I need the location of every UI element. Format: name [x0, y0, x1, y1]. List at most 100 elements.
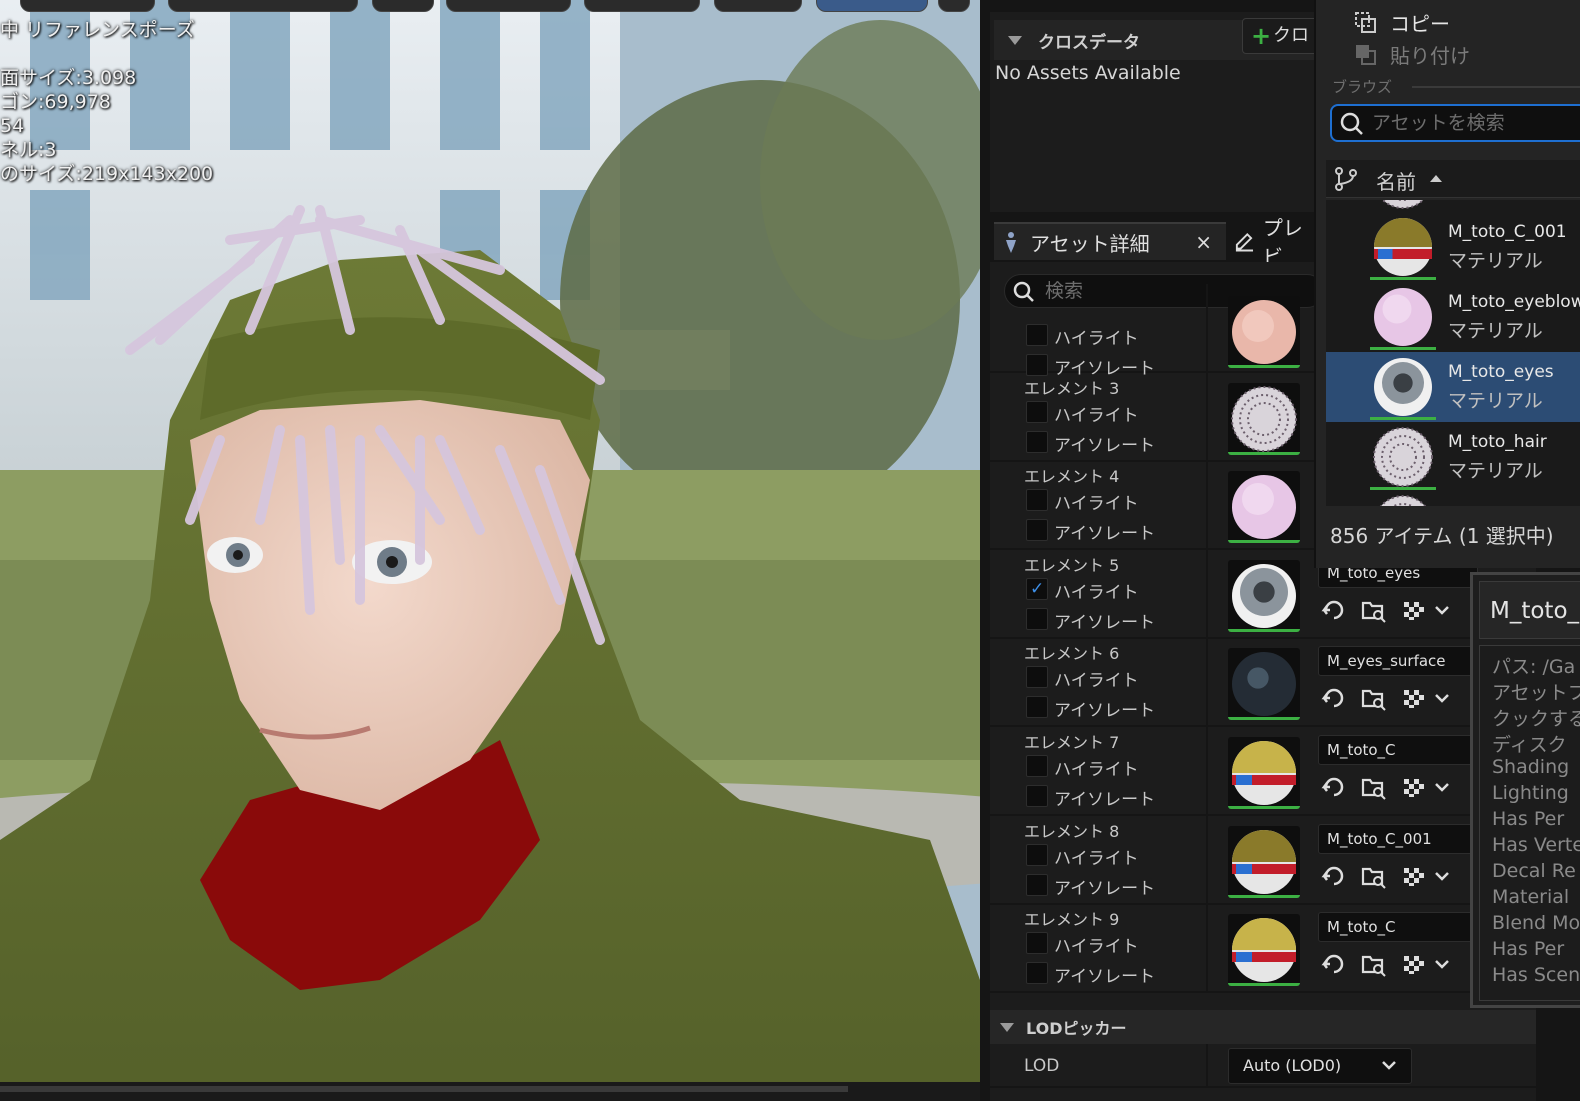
lod-value: Auto (LOD0): [1243, 1056, 1342, 1075]
viewport-toolbar-btn[interactable]: [816, 0, 928, 12]
3d-viewport[interactable]: 中 リファレンスポーズ 面サイズ:3.098 ゴン:69,978 54 ネル:3…: [0, 0, 980, 1101]
copy-icon: [1355, 11, 1376, 33]
material-thumbnail[interactable]: [1228, 559, 1300, 632]
highlight-label: ハイライト: [1054, 937, 1139, 958]
asset-list[interactable]: M_toto_C_001 マテリアル M_toto_eyeblow マテリアル …: [1326, 200, 1580, 506]
collapse-arrow-icon[interactable]: [1008, 35, 1022, 45]
highlight-checkbox[interactable]: ✓: [1026, 577, 1048, 600]
highlight-checkbox[interactable]: [1026, 324, 1048, 346]
checker-icon[interactable]: [1400, 684, 1428, 712]
isolate-checkbox[interactable]: [1026, 519, 1048, 542]
asset-search-input[interactable]: [1372, 109, 1580, 137]
tooltip-body: パス: /Ga アセットフ クックする ディスク Shading Lighting Has …: [1479, 645, 1580, 1001]
copy-menu-item[interactable]: コピー: [1354, 8, 1450, 37]
isolate-checkbox[interactable]: [1026, 785, 1048, 807]
source-control-icon[interactable]: [1334, 166, 1358, 192]
material-thumbnail-icon: [1373, 427, 1433, 487]
material-dropdown[interactable]: M_toto_C_001: [1318, 823, 1478, 854]
material-thumbnail[interactable]: [1228, 296, 1300, 368]
checker-icon[interactable]: [1400, 773, 1428, 801]
chevron-down-icon[interactable]: [1432, 773, 1460, 801]
isolate-checkbox[interactable]: [1026, 873, 1048, 896]
asset-type: マテリアル: [1448, 250, 1543, 272]
isolate-checkbox[interactable]: [1026, 430, 1048, 453]
element-label: エレメント 5: [1024, 555, 1120, 575]
material-element-row: エレメント 7 ハイライト アイソレート M_toto_C: [990, 727, 1536, 816]
material-thumbnail[interactable]: [1228, 825, 1300, 898]
material-dropdown[interactable]: M_toto_C: [1318, 912, 1478, 943]
asset-list-item[interactable]: M_toto_hair マテリアル: [1326, 422, 1580, 492]
material-thumbnail[interactable]: [1228, 648, 1300, 721]
isolate-checkbox[interactable]: [1026, 696, 1048, 719]
chevron-down-icon[interactable]: [1432, 950, 1460, 978]
paste-menu-item[interactable]: 貼り付け: [1354, 40, 1470, 69]
highlight-checkbox[interactable]: [1026, 932, 1048, 955]
lod-dropdown[interactable]: Auto (LOD0): [1228, 1048, 1412, 1084]
use-selected-icon[interactable]: [1320, 596, 1348, 624]
material-name: M_eyes_surface: [1327, 652, 1446, 671]
browse-folder-icon[interactable]: [1360, 862, 1388, 890]
material-thumbnail-icon: [1232, 741, 1296, 805]
highlight-checkbox[interactable]: [1026, 755, 1048, 777]
highlight-checkbox[interactable]: [1026, 489, 1048, 512]
close-icon[interactable]: ×: [1195, 230, 1212, 254]
chevron-down-icon[interactable]: [1432, 684, 1460, 712]
viewport-toolbar-btn[interactable]: [372, 0, 434, 12]
material-thumbnail-icon: [1232, 475, 1296, 540]
browse-folder-icon[interactable]: [1360, 596, 1388, 624]
use-selected-icon[interactable]: [1320, 773, 1348, 801]
material-dropdown[interactable]: M_toto_C: [1318, 735, 1478, 765]
viewport-toolbar-btn[interactable]: [168, 0, 358, 12]
asset-thumbnail: [1370, 284, 1436, 350]
tab-preview[interactable]: プレビ: [1234, 216, 1320, 269]
isolate-checkbox[interactable]: [1026, 962, 1048, 985]
material-thumbnail[interactable]: [1228, 471, 1300, 544]
viewport-toolbar-btn[interactable]: [714, 0, 802, 12]
viewport-toolbar-btn[interactable]: [584, 0, 700, 12]
use-selected-icon[interactable]: [1320, 950, 1348, 978]
use-selected-icon[interactable]: [1320, 684, 1348, 712]
tab-asset-details[interactable]: アセット詳細 ×: [994, 222, 1226, 260]
isolate-checkbox[interactable]: [1026, 607, 1048, 630]
name-column-header[interactable]: 名前: [1376, 166, 1416, 195]
divider: [1412, 86, 1580, 88]
stat-line: 中 リファレンスポーズ: [0, 19, 195, 41]
checker-icon[interactable]: [1400, 596, 1428, 624]
asset-thumbnail: [1370, 354, 1436, 420]
collapse-arrow-icon[interactable]: [1000, 1022, 1014, 1032]
material-name: M_toto_C: [1327, 741, 1396, 759]
cloth-data-title: クロスデータ: [1038, 32, 1140, 53]
asset-list-item[interactable]: M_toto_eyeblow マテリアル: [1326, 282, 1580, 352]
chevron-down-icon[interactable]: [1432, 596, 1460, 624]
browse-folder-icon[interactable]: [1360, 950, 1388, 978]
material-thumbnail[interactable]: [1228, 914, 1300, 987]
viewport-toolbar-btn[interactable]: [20, 0, 155, 12]
browse-folder-icon[interactable]: [1360, 773, 1388, 801]
cloth-data-panel: クロスデータ + クロ No Assets Available: [990, 12, 1322, 212]
checker-icon[interactable]: [1400, 950, 1428, 978]
material-thumbnail-icon: [1379, 495, 1427, 506]
isolate-label: アイソレート: [1054, 878, 1156, 899]
add-cloth-button[interactable]: + クロ: [1242, 18, 1322, 54]
scrollbar-thumb[interactable]: [0, 1086, 848, 1092]
asset-list-item[interactable]: M_toto_C_001 マテリアル: [1326, 212, 1580, 282]
material-thumbnail[interactable]: [1228, 382, 1300, 455]
lod-picker-header[interactable]: LODピッカー: [990, 1010, 1536, 1044]
checker-icon[interactable]: [1400, 862, 1428, 890]
browse-folder-icon[interactable]: [1360, 684, 1388, 712]
viewport-scrollbar[interactable]: [0, 1082, 980, 1101]
material-element-row: エレメント 6 ハイライト アイソレート M_eyes_surface: [990, 638, 1536, 728]
viewport-toolbar-btn[interactable]: [938, 0, 970, 12]
asset-search[interactable]: [1330, 104, 1580, 142]
highlight-checkbox[interactable]: [1026, 400, 1048, 423]
highlight-checkbox[interactable]: [1026, 666, 1048, 689]
chevron-down-icon[interactable]: [1432, 862, 1460, 890]
highlight-checkbox[interactable]: [1026, 843, 1048, 866]
highlight-label: ハイライト: [1054, 582, 1139, 603]
material-thumbnail[interactable]: [1228, 737, 1300, 809]
use-selected-icon[interactable]: [1320, 862, 1348, 890]
viewport-toolbar-btn[interactable]: [446, 0, 571, 12]
material-dropdown[interactable]: M_eyes_surface: [1318, 646, 1478, 677]
highlight-label: ハイライト: [1054, 760, 1139, 780]
asset-list-item[interactable]: M_toto_eyes マテリアル: [1326, 352, 1580, 422]
